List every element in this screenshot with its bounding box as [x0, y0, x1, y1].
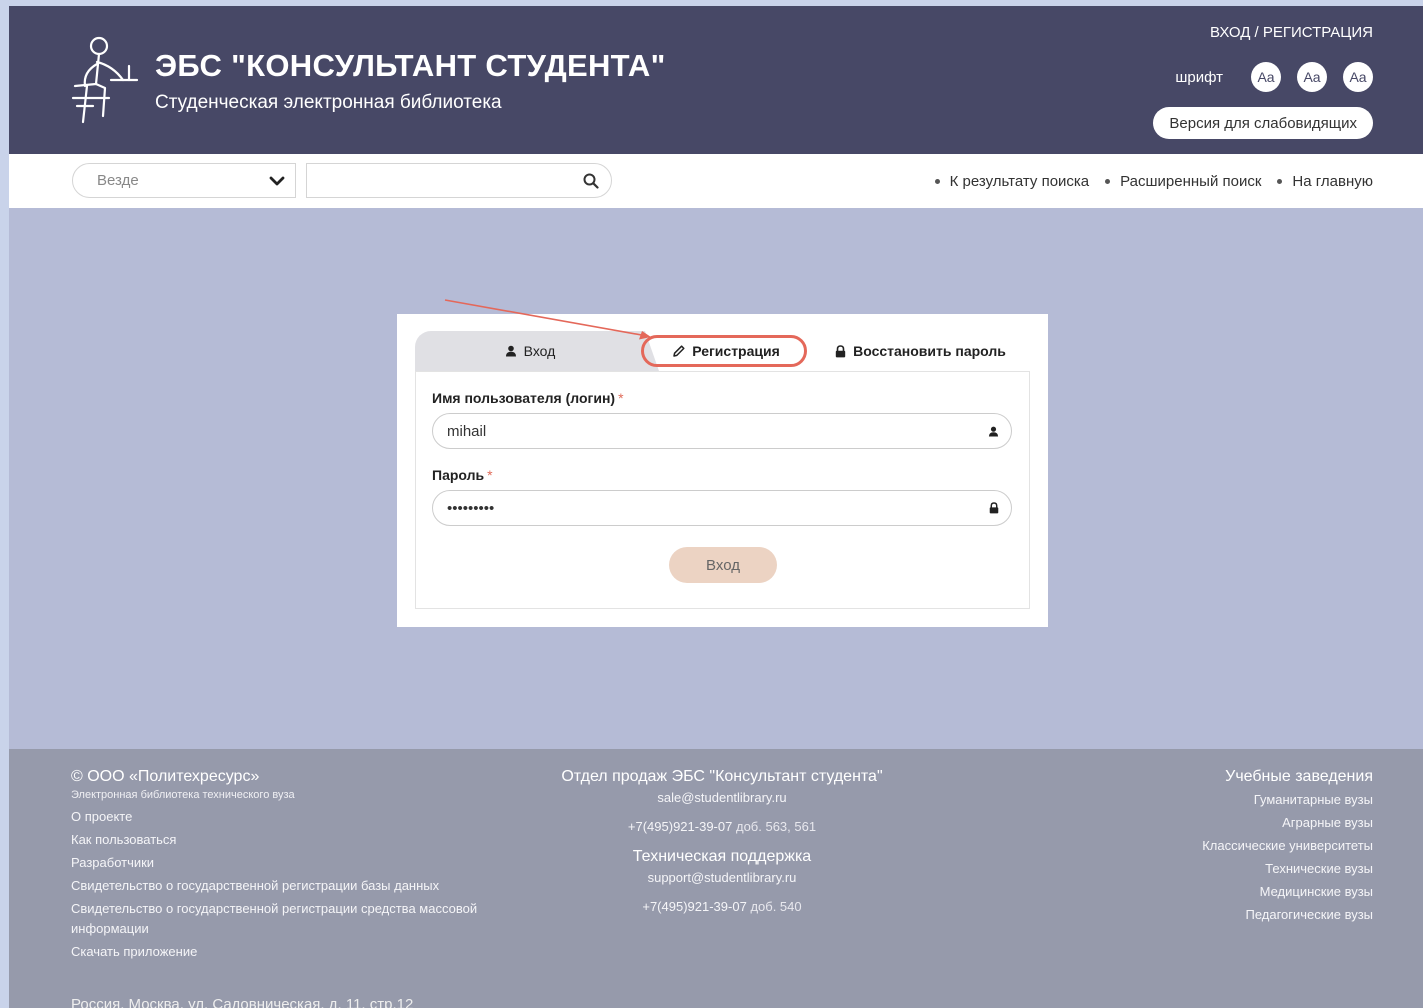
register-tab-highlight: [641, 335, 807, 367]
low-vision-version-button[interactable]: Версия для слабовидящих: [1153, 107, 1373, 139]
nav-back-to-results-label: К результату поиска: [949, 172, 1090, 190]
bullet: [1105, 178, 1111, 184]
required-mark: *: [487, 467, 493, 483]
student-at-desk-icon[interactable]: [69, 36, 141, 132]
site-title[interactable]: ЭБС "КОНСУЛЬТАНТ СТУДЕНТА": [155, 48, 666, 84]
uni-link-classical[interactable]: Классические университеты: [1202, 837, 1373, 855]
support-phone-number[interactable]: +7(495)921-39-07: [642, 899, 746, 914]
username-field[interactable]: mihail: [432, 413, 1012, 449]
footer-link-developers[interactable]: Разработчики: [71, 853, 491, 873]
footer-about-column: © ООО «Политехресурс» Электронная библио…: [71, 768, 491, 965]
support-title: Техническая поддержка: [632, 848, 812, 865]
search-bar: Везде К результату поиска Расширенный по…: [9, 154, 1423, 208]
bullet: [1277, 178, 1283, 184]
quick-nav: К результату поиска Расширенный поиск На…: [919, 154, 1373, 208]
footer-link-about[interactable]: О проекте: [71, 807, 491, 827]
tab-restore-password[interactable]: Восстановить пароль: [811, 331, 1030, 371]
uni-link-humanitarian[interactable]: Гуманитарные вузы: [1202, 791, 1373, 809]
sales-title: Отдел продаж ЭБС "Консультант студента": [561, 768, 883, 785]
password-value: •••••••••: [447, 499, 495, 517]
username-label: Имя пользователя (логин) *: [432, 390, 624, 406]
lock-icon: [835, 344, 846, 358]
footer-universities-column: Учебные заведения Гуманитарные вузы Агра…: [1202, 768, 1373, 924]
font-medium-button[interactable]: Aa: [1297, 62, 1327, 92]
footer-link-download-app[interactable]: Скачать приложение: [71, 942, 491, 962]
support-phone-ext: доб. 540: [750, 899, 802, 914]
support-email-link[interactable]: support@studentlibrary.ru: [522, 870, 922, 885]
footer-link-how-to-use[interactable]: Как пользоваться: [71, 830, 491, 850]
chevron-down-icon: [269, 176, 285, 185]
sales-phone-number[interactable]: +7(495)921-39-07: [628, 819, 732, 834]
uni-link-pedagogical[interactable]: Педагогические вузы: [1202, 906, 1373, 924]
required-mark: *: [618, 390, 624, 406]
footer-tagline: Электронная библиотека технического вуза: [71, 789, 295, 801]
login-submit-button[interactable]: Вход: [669, 547, 777, 583]
site-header: ЭБС "КОНСУЛЬТАНТ СТУДЕНТА" Студенческая …: [9, 6, 1423, 154]
nav-home[interactable]: На главную: [1277, 173, 1373, 190]
uni-link-medical[interactable]: Медицинские вузы: [1202, 883, 1373, 901]
tab-login[interactable]: Вход: [415, 331, 659, 371]
username-value: mihail: [447, 422, 487, 440]
site-footer: © ООО «Политехресурс» Электронная библио…: [9, 749, 1423, 1008]
uni-link-agrarian[interactable]: Аграрные вузы: [1202, 814, 1373, 832]
font-small-button[interactable]: Aa: [1251, 62, 1281, 92]
login-register-link[interactable]: ВХОД / РЕГИСТРАЦИЯ: [1210, 24, 1373, 41]
nav-advanced-search-label: Расширенный поиск: [1120, 172, 1262, 190]
font-size-switcher: шрифт Aa Aa Aa: [1175, 62, 1373, 92]
password-field[interactable]: •••••••••: [432, 490, 1012, 526]
footer-link-media-certificate[interactable]: Свидетельство о государственной регистра…: [71, 899, 491, 939]
login-card: Вход Регистрация Восстановить пароль Имя…: [397, 314, 1048, 627]
search-icon[interactable]: [583, 173, 599, 189]
site-subtitle: Студенческая электронная библиотека: [155, 92, 502, 113]
search-scope-value: Везде: [97, 172, 139, 189]
username-label-text: Имя пользователя (логин): [432, 390, 616, 406]
footer-address: Россия, Москва, ул. Садовническая, д. 11…: [71, 996, 414, 1008]
search-scope-select[interactable]: Везде: [72, 163, 296, 198]
sales-email-link[interactable]: sale@studentlibrary.ru: [522, 790, 922, 805]
lock-icon: [989, 502, 999, 514]
footer-link-db-certificate[interactable]: Свидетельство о государственной регистра…: [71, 876, 491, 896]
font-label: шрифт: [1175, 68, 1223, 86]
universities-title: Учебные заведения: [1225, 768, 1373, 785]
page: ЭБС "КОНСУЛЬТАНТ СТУДЕНТА" Студенческая …: [9, 6, 1423, 1008]
sales-phone-ext: доб. 563, 561: [735, 819, 817, 834]
tab-restore-label: Восстановить пароль: [853, 343, 1006, 359]
footer-contacts-column: Отдел продаж ЭБС "Консультант студента" …: [522, 768, 922, 914]
user-icon: [988, 426, 999, 437]
sales-phone: +7(495)921-39-07 доб. 563, 561: [522, 819, 922, 834]
nav-advanced-search[interactable]: Расширенный поиск: [1105, 173, 1261, 190]
password-label: Пароль *: [432, 467, 493, 483]
font-large-button[interactable]: Aa: [1343, 62, 1373, 92]
search-input[interactable]: [317, 164, 581, 197]
footer-copyright: © ООО «Политехресурс»: [71, 768, 260, 785]
bullet: [934, 178, 940, 184]
nav-back-to-results[interactable]: К результату поиска: [934, 172, 1090, 190]
support-phone: +7(495)921-39-07 доб. 540: [522, 899, 922, 914]
password-label-text: Пароль: [432, 467, 485, 483]
login-form: Имя пользователя (логин) * mihail Пароль *…: [415, 371, 1030, 609]
search-field: [306, 163, 612, 198]
user-icon: [505, 345, 517, 357]
tab-login-label: Вход: [523, 343, 556, 359]
uni-link-technical[interactable]: Технические вузы: [1202, 860, 1373, 878]
nav-home-label: На главную: [1292, 172, 1373, 190]
